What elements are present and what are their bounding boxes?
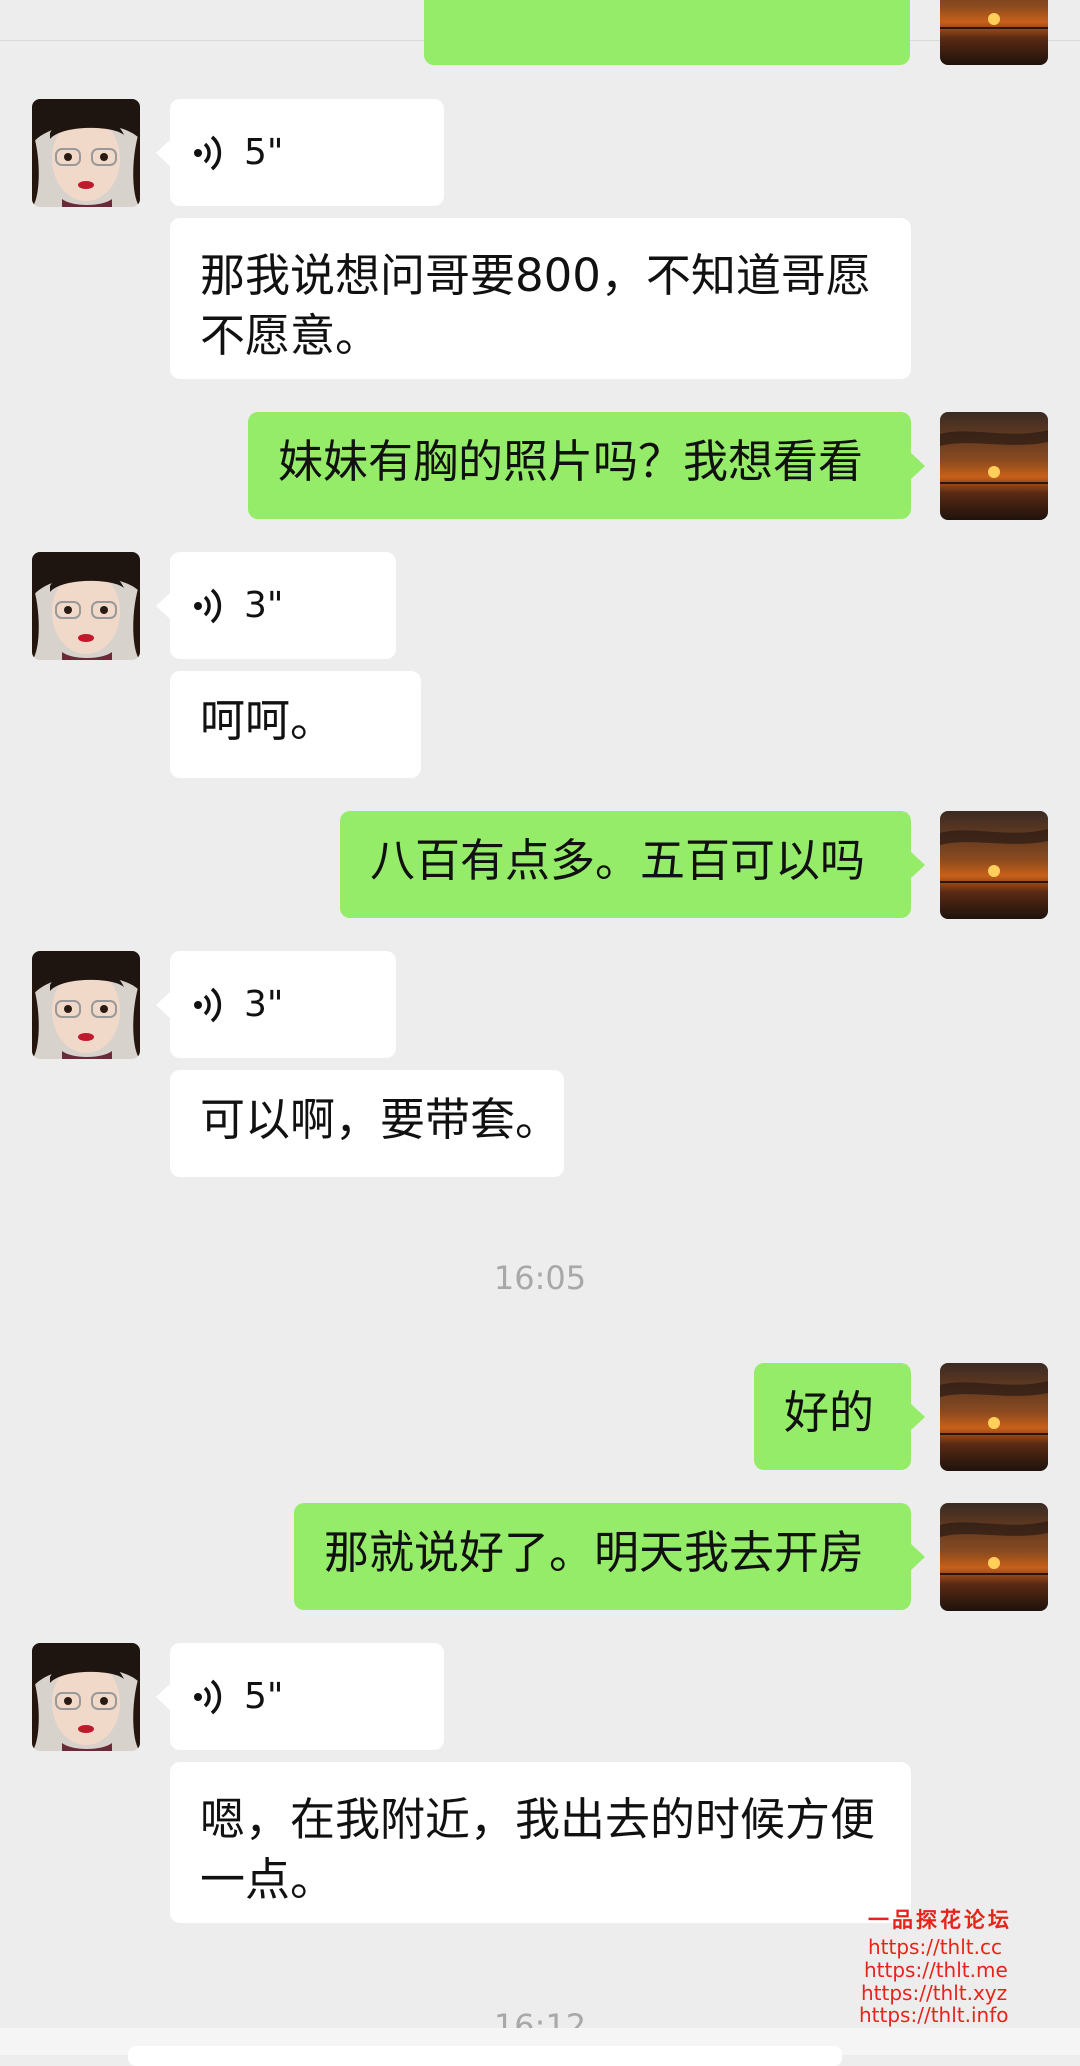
outgoing-text-message[interactable]: 妹妹有胸的照片吗？我想看看 [248, 412, 925, 519]
girl-avatar [32, 99, 140, 207]
incoming-text-message[interactable]: 那我说想问哥要800，不知道哥愿不愿意。 [170, 218, 911, 379]
message-text: 八百有点多。五百可以吗 [370, 834, 866, 887]
outgoing-text-message[interactable]: 好的 [754, 1363, 925, 1470]
voice-message[interactable]: 3" [156, 552, 396, 659]
voice-wave-icon [194, 1679, 222, 1714]
message-text: 那就说好了。明天我去开房 [324, 1526, 865, 1579]
my-avatar[interactable] [940, 412, 1048, 520]
message-text: 可以啊，要带套。 [200, 1093, 561, 1146]
watermark-url: https://thlt.me [864, 1958, 1008, 1982]
contact-avatar[interactable] [32, 1643, 140, 1751]
message-text: 嗯，在我附近，我出去的时候方便一点。 [200, 1793, 876, 1906]
incoming-text-message[interactable]: 嗯，在我附近，我出去的时候方便一点。 [170, 1762, 911, 1923]
contact-avatar[interactable] [32, 99, 140, 207]
watermark-title: 一品探花论坛 [868, 1908, 1012, 1932]
voice-duration: 3" [244, 983, 284, 1025]
watermark-url: https://thlt.cc [868, 1935, 1002, 1959]
my-avatar[interactable] [940, 1503, 1048, 1611]
message-text: 妹妹有胸的照片吗？我想看看 [278, 435, 864, 488]
outgoing-text-message[interactable]: 那就说好了。明天我去开房 [294, 1503, 925, 1610]
girl-avatar [32, 552, 140, 660]
sunset-avatar [940, 412, 1048, 520]
contact-avatar[interactable] [32, 552, 140, 660]
voice-message[interactable]: 5" [156, 99, 444, 206]
voice-wave-icon [194, 135, 222, 170]
message-text: 那我说想问哥要800，不知道哥愿不愿意。 [200, 249, 871, 362]
my-avatar[interactable] [940, 811, 1048, 919]
voice-duration: 5" [244, 131, 284, 173]
message-input[interactable] [128, 2046, 842, 2066]
voice-wave-icon [194, 588, 222, 623]
contact-avatar[interactable] [32, 951, 140, 1059]
girl-avatar [32, 951, 140, 1059]
voice-duration: 5" [244, 1675, 284, 1717]
my-avatar[interactable] [940, 0, 1048, 65]
timestamp: 16:05 [493, 1259, 587, 1297]
incoming-text-message[interactable]: 可以啊，要带套。 [170, 1070, 564, 1177]
voice-message[interactable]: 3" [156, 951, 396, 1058]
voice-wave-icon [194, 987, 222, 1022]
outgoing-text-message[interactable]: 八百有点多。五百可以吗 [340, 811, 925, 918]
voice-message[interactable]: 5" [156, 1643, 444, 1750]
sunset-avatar [940, 0, 1048, 65]
watermark-url: https://thlt.info [859, 2003, 1009, 2027]
watermark-url: https://thlt.xyz [861, 1981, 1008, 2005]
partial-outgoing-bubble[interactable] [424, 0, 910, 65]
message-text: 好的 [784, 1386, 875, 1439]
voice-duration: 3" [244, 584, 284, 626]
sunset-avatar [940, 1363, 1048, 1471]
my-avatar[interactable] [940, 1363, 1048, 1471]
girl-avatar [32, 1643, 140, 1751]
message-text: 呵呵。 [200, 694, 336, 747]
chat-view: 5" 那我说想问哥要800，不知道哥愿不愿意。 妹妹有胸的照片吗？我想看看 3"… [0, 0, 1080, 2066]
sunset-avatar [940, 811, 1048, 919]
incoming-text-message[interactable]: 呵呵。 [170, 671, 421, 778]
sunset-avatar [940, 1503, 1048, 1611]
